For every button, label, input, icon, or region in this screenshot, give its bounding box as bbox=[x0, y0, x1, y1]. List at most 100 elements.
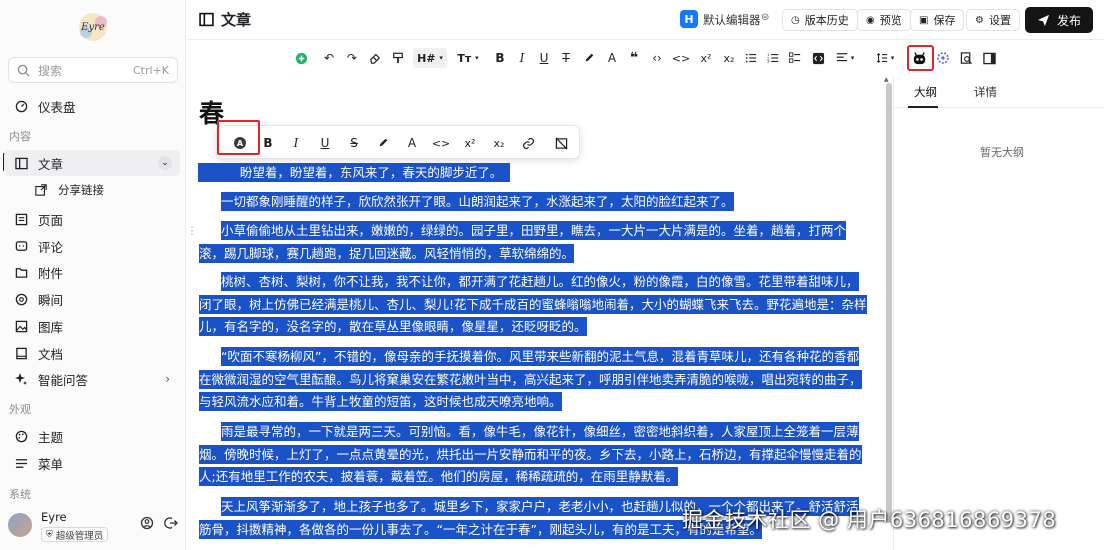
publish-label: 发布 bbox=[1056, 13, 1081, 28]
redo-icon[interactable]: ↷ bbox=[344, 48, 360, 68]
add-block-icon[interactable] bbox=[294, 48, 308, 68]
sidebar-item-label: 文章 bbox=[38, 156, 64, 172]
highlight-icon[interactable] bbox=[373, 133, 393, 153]
app-logo[interactable]: Eyre bbox=[74, 10, 112, 44]
scrollbar[interactable] bbox=[886, 83, 892, 523]
search-placeholder: 搜索 bbox=[38, 63, 63, 78]
user-name: Eyre bbox=[41, 510, 67, 524]
underline-icon[interactable]: U bbox=[537, 48, 551, 68]
chevron-down-icon[interactable]: ⌄ bbox=[158, 156, 172, 170]
format-painter-icon[interactable] bbox=[390, 48, 406, 68]
superscript-icon[interactable]: x² bbox=[460, 133, 480, 153]
editor-content[interactable]: 春 A B I U S A <> x² x₂ 盼望着，盼望着，东风来了，春天的脚… bbox=[187, 76, 884, 550]
sidebar-item-moments[interactable]: 瞬间 bbox=[4, 286, 180, 312]
sidebar-item-themes[interactable]: 主题 bbox=[4, 423, 180, 449]
undo-icon[interactable]: ↶ bbox=[321, 48, 337, 68]
paragraph[interactable]: “吹面不寒杨柳风”，不错的，像母亲的手抚摸着你。风里带来些新翻的泥土气息，混着青… bbox=[199, 346, 869, 414]
history-button[interactable]: ◷ 版本历史 bbox=[782, 9, 858, 31]
heading-dropdown[interactable]: H# ▾ bbox=[413, 48, 447, 68]
link-icon[interactable] bbox=[518, 133, 538, 153]
settings-button[interactable]: ⚙ 设置 bbox=[966, 9, 1020, 31]
publish-button[interactable]: 发布 bbox=[1025, 7, 1093, 33]
font-size-dropdown[interactable]: Tт ▾ bbox=[454, 48, 482, 68]
sidebar-item-pages[interactable]: 页面 bbox=[4, 206, 180, 232]
sidebar-item-dashboard[interactable]: 仪表盘 bbox=[4, 93, 180, 119]
drag-handle-icon[interactable]: ⋮ bbox=[187, 226, 197, 237]
book-icon bbox=[14, 346, 28, 360]
save-icon: ▣ bbox=[919, 14, 929, 26]
sparkle-icon bbox=[14, 372, 28, 386]
strikethrough-icon[interactable]: T bbox=[559, 48, 573, 68]
sidebar-item-comments[interactable]: 评论 bbox=[4, 233, 180, 259]
search-replace-icon[interactable] bbox=[958, 48, 974, 68]
sidebar-item-docs[interactable]: 文档 bbox=[4, 340, 180, 366]
font-color-icon[interactable]: A bbox=[402, 133, 422, 153]
task-list-icon[interactable] bbox=[788, 48, 802, 68]
bullet-list-icon[interactable] bbox=[744, 48, 758, 68]
preview-button[interactable]: ◉ 预览 bbox=[857, 9, 911, 31]
clear-format-icon[interactable] bbox=[551, 133, 571, 153]
sidebar-item-menus[interactable]: 菜单 bbox=[4, 450, 180, 476]
bold-icon[interactable]: B bbox=[493, 48, 507, 68]
gear-icon: ⚙ bbox=[975, 14, 984, 26]
tab-details[interactable]: 详情 bbox=[974, 84, 997, 100]
sidebar-item-label: 分享链接 bbox=[58, 183, 104, 197]
editor-name[interactable]: 默认编辑器 bbox=[703, 12, 761, 28]
paragraph[interactable]: 桃树、杏树、梨树，你不让我，我不让你，都开满了花赶趟儿。红的像火，粉的像霞，白的… bbox=[199, 271, 869, 339]
page-title-text: 文章 bbox=[221, 11, 252, 29]
search-box[interactable]: 搜索 Ctrl+K bbox=[8, 57, 178, 83]
eraser-icon[interactable] bbox=[367, 48, 383, 68]
subscript-icon[interactable]: x₂ bbox=[721, 48, 737, 68]
line-height-dropdown[interactable]: ▾ bbox=[872, 48, 898, 68]
italic-icon[interactable]: I bbox=[515, 48, 529, 68]
highlight-icon[interactable] bbox=[582, 48, 596, 68]
paragraph[interactable]: 盼望着，盼望着，东风来了，春天的脚步近了。 bbox=[198, 162, 869, 185]
code-block-box-icon[interactable] bbox=[811, 48, 825, 68]
subscript-icon[interactable]: x₂ bbox=[489, 133, 509, 153]
profile-icon[interactable] bbox=[140, 516, 154, 530]
avatar[interactable] bbox=[8, 513, 32, 537]
paragraph[interactable]: 一切都象刚睡醒的样子，欣欣然张开了眼。山朗润起来了，水涨起来了，太阳的脸红起来了… bbox=[199, 191, 869, 214]
code-block-icon[interactable]: <> bbox=[672, 48, 690, 68]
section-label-appearance: 外观 bbox=[9, 403, 31, 416]
sidebar-item-label: 瞬间 bbox=[38, 292, 64, 308]
align-dropdown[interactable]: ▾ bbox=[834, 48, 856, 68]
sidebar-toggle-icon[interactable] bbox=[981, 48, 997, 68]
font-color-icon[interactable]: A bbox=[605, 48, 619, 68]
sidebar-item-attachments[interactable]: 附件 bbox=[4, 259, 180, 285]
settings-label: 设置 bbox=[988, 14, 1011, 27]
superscript-icon[interactable]: x² bbox=[698, 48, 714, 68]
paragraph-text: 盼望着，盼望着，东风来了，春天的脚步近了。 bbox=[239, 163, 503, 182]
paragraph[interactable]: 雨是最寻常的，一下就是两三天。可别恼。看，像牛毛，像花针，像细丝，密密地斜织着，… bbox=[199, 421, 869, 489]
sidebar-item-label: 图库 bbox=[38, 319, 64, 335]
search-icon bbox=[17, 64, 30, 77]
quote-icon[interactable]: ❝ bbox=[627, 48, 641, 68]
inline-code-icon[interactable]: <> bbox=[431, 133, 451, 153]
paragraph-text: 桃树、杏树、梨树，你不让我，我不让你，都开满了花赶趟儿。红的像火，粉的像霞，白的… bbox=[199, 272, 867, 336]
sidebar-item-label: 文档 bbox=[38, 346, 64, 362]
shield-icon: ⛨ bbox=[46, 529, 53, 540]
sidebar-item-articles[interactable]: 文章 ⌄ bbox=[4, 150, 180, 176]
outline-empty-text: 暂无大纲 bbox=[980, 146, 1024, 159]
svg-text:Eyre: Eyre bbox=[80, 22, 105, 33]
paragraph[interactable]: 小草偷偷地从土里钻出来，嫩嫩的，绿绿的。园子里，田野里，瞧去，一大片一大片满是的… bbox=[199, 220, 869, 265]
logout-icon[interactable] bbox=[164, 516, 178, 530]
sidebar-item-share-link[interactable]: 分享链接 bbox=[24, 177, 180, 203]
switch-editor-icon[interactable]: ⊜ bbox=[761, 12, 769, 23]
sidebar-item-smart-qa[interactable]: 智能问答 › bbox=[4, 366, 180, 392]
sidebar-item-gallery[interactable]: 图库 bbox=[4, 313, 180, 339]
eye-icon: ◉ bbox=[866, 14, 875, 26]
save-button[interactable]: ▣ 保存 bbox=[910, 9, 965, 31]
strikethrough-icon[interactable]: S bbox=[344, 133, 364, 153]
underline-icon[interactable]: U bbox=[315, 133, 335, 153]
tab-outline[interactable]: 大纲 bbox=[914, 84, 937, 100]
ai-assistant-icon[interactable] bbox=[935, 48, 951, 68]
bold-icon[interactable]: B bbox=[258, 133, 278, 153]
history-label: 版本历史 bbox=[804, 14, 849, 27]
scroll-up-icon[interactable]: ▲ bbox=[884, 76, 889, 83]
sidebar-item-label: 智能问答 bbox=[38, 372, 89, 388]
menu-icon bbox=[14, 456, 28, 470]
italic-icon[interactable]: I bbox=[286, 133, 306, 153]
ordered-list-icon[interactable]: 123 bbox=[766, 48, 780, 68]
inline-code-icon[interactable]: ‹› bbox=[649, 48, 665, 68]
